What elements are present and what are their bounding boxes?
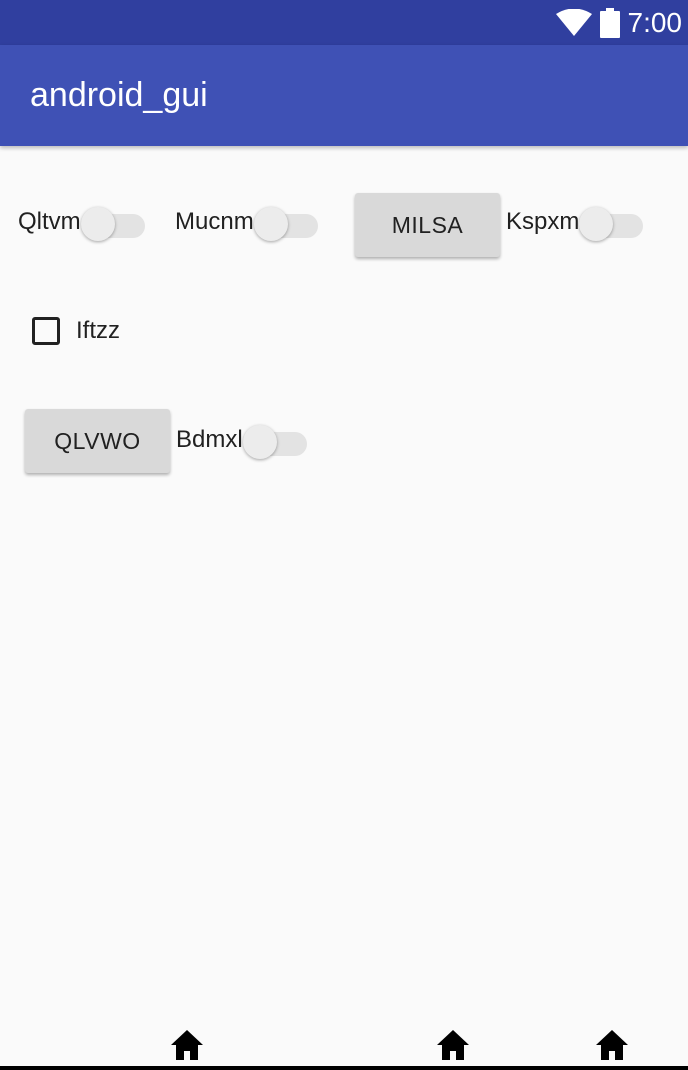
switch-toggle[interactable] <box>579 203 644 241</box>
switch-toggle[interactable] <box>242 421 307 459</box>
home-icon[interactable] <box>594 1028 630 1062</box>
switch-thumb <box>80 207 115 241</box>
switch-qltvm[interactable]: Qltvm <box>18 203 145 241</box>
wifi-icon <box>555 8 592 37</box>
app-title: android_gui <box>30 76 208 114</box>
home-icon[interactable] <box>169 1028 205 1062</box>
switch-label: Kspxm <box>506 208 580 235</box>
switch-thumb <box>242 425 277 459</box>
nav-divider <box>0 1066 688 1070</box>
switch-toggle[interactable] <box>253 203 318 241</box>
nav-bar <box>0 1020 688 1070</box>
status-time: 7:00 <box>627 6 683 38</box>
checkbox-box[interactable] <box>32 317 60 345</box>
home-icon[interactable] <box>435 1028 471 1062</box>
checkbox-label: Iftzz <box>76 317 121 344</box>
switch-mucnm[interactable]: Mucnm <box>175 203 318 241</box>
content-area: Qltvm Mucnm MILSA Kspxm Iftzz QLVWO Bdmx… <box>0 146 688 1036</box>
app-bar: android_gui <box>0 45 688 146</box>
battery-icon <box>599 7 620 38</box>
switch-label: Qltvm <box>18 208 81 235</box>
switch-kspxm[interactable]: Kspxm <box>506 203 644 241</box>
switch-toggle[interactable] <box>80 203 145 241</box>
milsa-button[interactable]: MILSA <box>355 193 500 257</box>
switch-bdmxl[interactable]: Bdmxl <box>176 421 307 459</box>
status-icons: 7:00 <box>555 0 683 45</box>
switch-label: Bdmxl <box>176 426 243 453</box>
switch-thumb <box>253 207 288 241</box>
checkbox-iftzz[interactable]: Iftzz <box>32 317 120 345</box>
qlvwo-button[interactable]: QLVWO <box>25 409 170 473</box>
status-bar: 7:00 <box>0 0 688 45</box>
switch-label: Mucnm <box>175 208 254 235</box>
